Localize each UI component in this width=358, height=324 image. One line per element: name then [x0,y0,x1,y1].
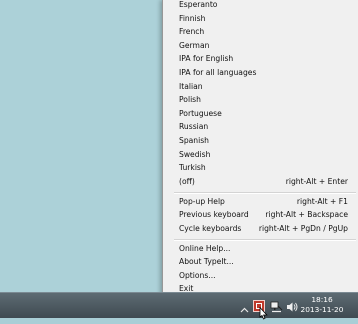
menu-item-language[interactable]: Esperanto [163,0,358,12]
menu-item-about[interactable]: About TypeIt... [163,255,358,269]
menu-item-shortcut: right-Alt + F1 [296,196,348,206]
menu-item-language[interactable]: IPA for all languages [163,66,358,80]
chevron-up-icon[interactable] [240,300,249,313]
menu-item-language[interactable]: Finnish [163,12,358,26]
menu-item-label: Swedish [179,149,211,159]
menu-item-language[interactable]: Italian [163,80,358,94]
menu-item-language[interactable]: IPA for English [163,52,358,66]
taskbar-clock[interactable]: 18:16 2013-11-20 [294,295,350,317]
menu-item-label: Turkish [179,163,206,173]
menu-item-label: Previous keyboard [179,210,249,220]
menu-item-label: German [179,40,210,50]
menu-item-label: IPA for all languages [179,68,257,77]
menu-item-label: Spanish [179,136,209,145]
clock-time: 18:16 [311,295,333,304]
menu-item-label: Finnish [179,13,206,23]
menu-item-shortcut: right-Alt + PgDn / PgUp [258,223,348,233]
menu-item-language[interactable]: Spanish [163,134,358,148]
menu-item-cycle-keyboards[interactable]: Cycle keyboards right-Alt + PgDn / PgUp [163,222,358,236]
menu-item-label: Cycle keyboards [179,223,242,233]
menu-item-options[interactable]: Options... [163,269,358,283]
menu-item-label: Russian [179,122,209,132]
menu-item-language[interactable]: Turkish [163,161,358,175]
menu-item-language[interactable]: Russian [163,120,358,134]
menu-item-language[interactable]: French [163,25,358,39]
clock-date: 2013-11-20 [300,305,344,314]
menu-item-label: Italian [179,81,203,91]
menu-item-label: Esperanto [179,0,218,9]
menu-item-label: Options... [179,270,216,280]
menu-item-online-help[interactable]: Online Help... [163,242,358,256]
menu-item-popup-help[interactable]: Pop-up Help right-Alt + F1 [163,195,358,209]
mouse-pointer-icon [259,305,268,320]
menu-item-language[interactable]: Polish [163,93,358,107]
menu-item-off[interactable]: (off) right-Alt + Enter [163,175,358,189]
menu-item-label: Online Help... [179,243,231,253]
menu-item-label: Pop-up Help [179,196,225,206]
menu-item-language[interactable]: Portuguese [163,107,358,121]
menu-item-label: (off) [179,176,195,186]
menu-item-shortcut: right-Alt + Backspace [265,210,348,220]
network-icon[interactable] [270,298,283,313]
typeit-context-menu: Esperanto Finnish French German IPA for … [162,0,358,296]
menu-item-language[interactable]: Swedish [163,148,358,162]
menu-item-language[interactable]: German [163,39,358,53]
menu-item-label: About TypeIt... [179,257,234,267]
menu-item-label: Polish [179,95,201,105]
menu-separator [174,238,356,241]
menu-item-label: IPA for English [179,54,234,64]
menu-item-previous-keyboard[interactable]: Previous keyboard right-Alt + Backspace [163,208,358,222]
menu-item-label: Portuguese [179,108,222,118]
menu-item-label: French [179,27,205,37]
menu-item-shortcut: right-Alt + Enter [285,176,348,186]
